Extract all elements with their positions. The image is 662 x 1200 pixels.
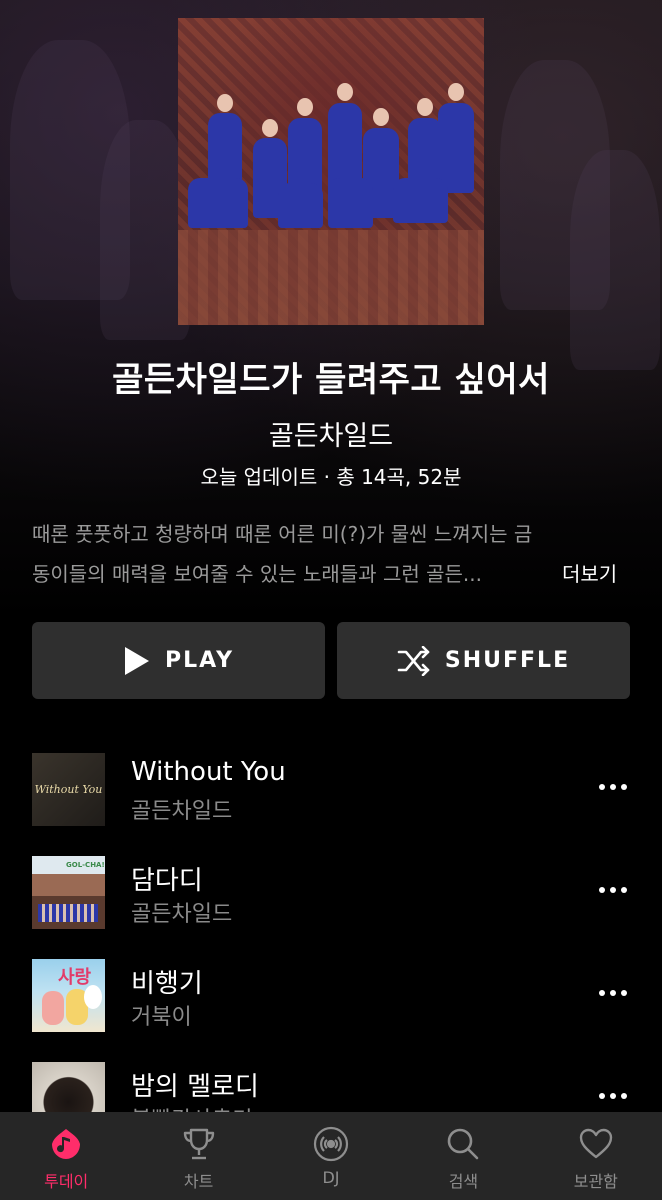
music-note-icon [52,1129,81,1159]
nav-item-library[interactable]: 보관함 [530,1112,662,1200]
play-button-label: PLAY [165,648,234,673]
album-thumbnail: GOL-CHA! [32,856,105,929]
playlist-description: 때론 풋풋하고 청량하며 때론 어른 미(?)가 물씬 느껴지는 금 동이들의 … [32,514,632,594]
more-options-icon[interactable] [598,779,628,795]
track-row[interactable]: GOL-CHA! 담다디 골든차일드 [32,856,632,930]
playlist-cover-art [178,18,484,325]
track-title: Without You [131,757,286,787]
nav-label: 차트 [183,1172,214,1191]
track-title: 밤의 멜로디 [131,1072,259,1102]
playlist-title: 골든차일드가 들려주고 싶어서 [112,360,550,400]
more-options-icon[interactable] [598,882,628,898]
track-row[interactable]: Without You Without You 골든차일드 [32,753,632,827]
play-button[interactable]: PLAY [32,622,325,699]
description-line: 때론 풋풋하고 청량하며 때론 어른 미(?)가 물씬 느껴지는 금 [32,522,533,546]
search-icon [448,1128,479,1160]
play-icon [125,646,149,675]
nav-label: 투데이 [44,1172,89,1191]
shuffle-button-label: SHUFFLE [444,648,571,673]
track-row[interactable]: 사랑 비행기 거북이 [32,959,632,1033]
track-artist: 골든차일드 [131,902,233,927]
radio-icon [313,1126,349,1162]
nav-label: 보관함 [573,1172,618,1191]
nav-label: DJ [322,1168,340,1187]
track-title: 비행기 [131,969,203,999]
playlist-artist[interactable]: 골든차일드 [0,414,662,453]
heart-icon [579,1128,613,1159]
trophy-icon [183,1128,214,1160]
description-line: 동이들의 매력을 보여줄 수 있는 노래들과 그런 골든... [32,562,482,586]
shuffle-button[interactable]: SHUFFLE [337,622,630,699]
track-title: 담다디 [131,866,203,896]
album-thumbnail: 사랑 [32,959,105,1032]
nav-item-dj[interactable]: DJ [265,1112,397,1200]
album-thumbnail: Without You [32,753,105,826]
more-options-icon[interactable] [598,985,628,1001]
nav-item-chart[interactable]: 차트 [132,1112,264,1200]
nav-item-today[interactable]: 투데이 [0,1112,132,1200]
shuffle-icon [397,645,430,676]
nav-item-search[interactable]: 검색 [397,1112,529,1200]
track-artist: 골든차일드 [131,799,233,824]
nav-label: 검색 [448,1172,479,1191]
bottom-navigation: 투데이 차트 DJ 검색 보관함 [0,1112,662,1200]
more-options-icon[interactable] [598,1088,628,1104]
playlist-meta: 오늘 업데이트 · 총 14곡, 52분 [200,465,462,489]
more-link[interactable]: 더보기 [562,554,617,594]
track-artist: 거북이 [131,1005,192,1030]
